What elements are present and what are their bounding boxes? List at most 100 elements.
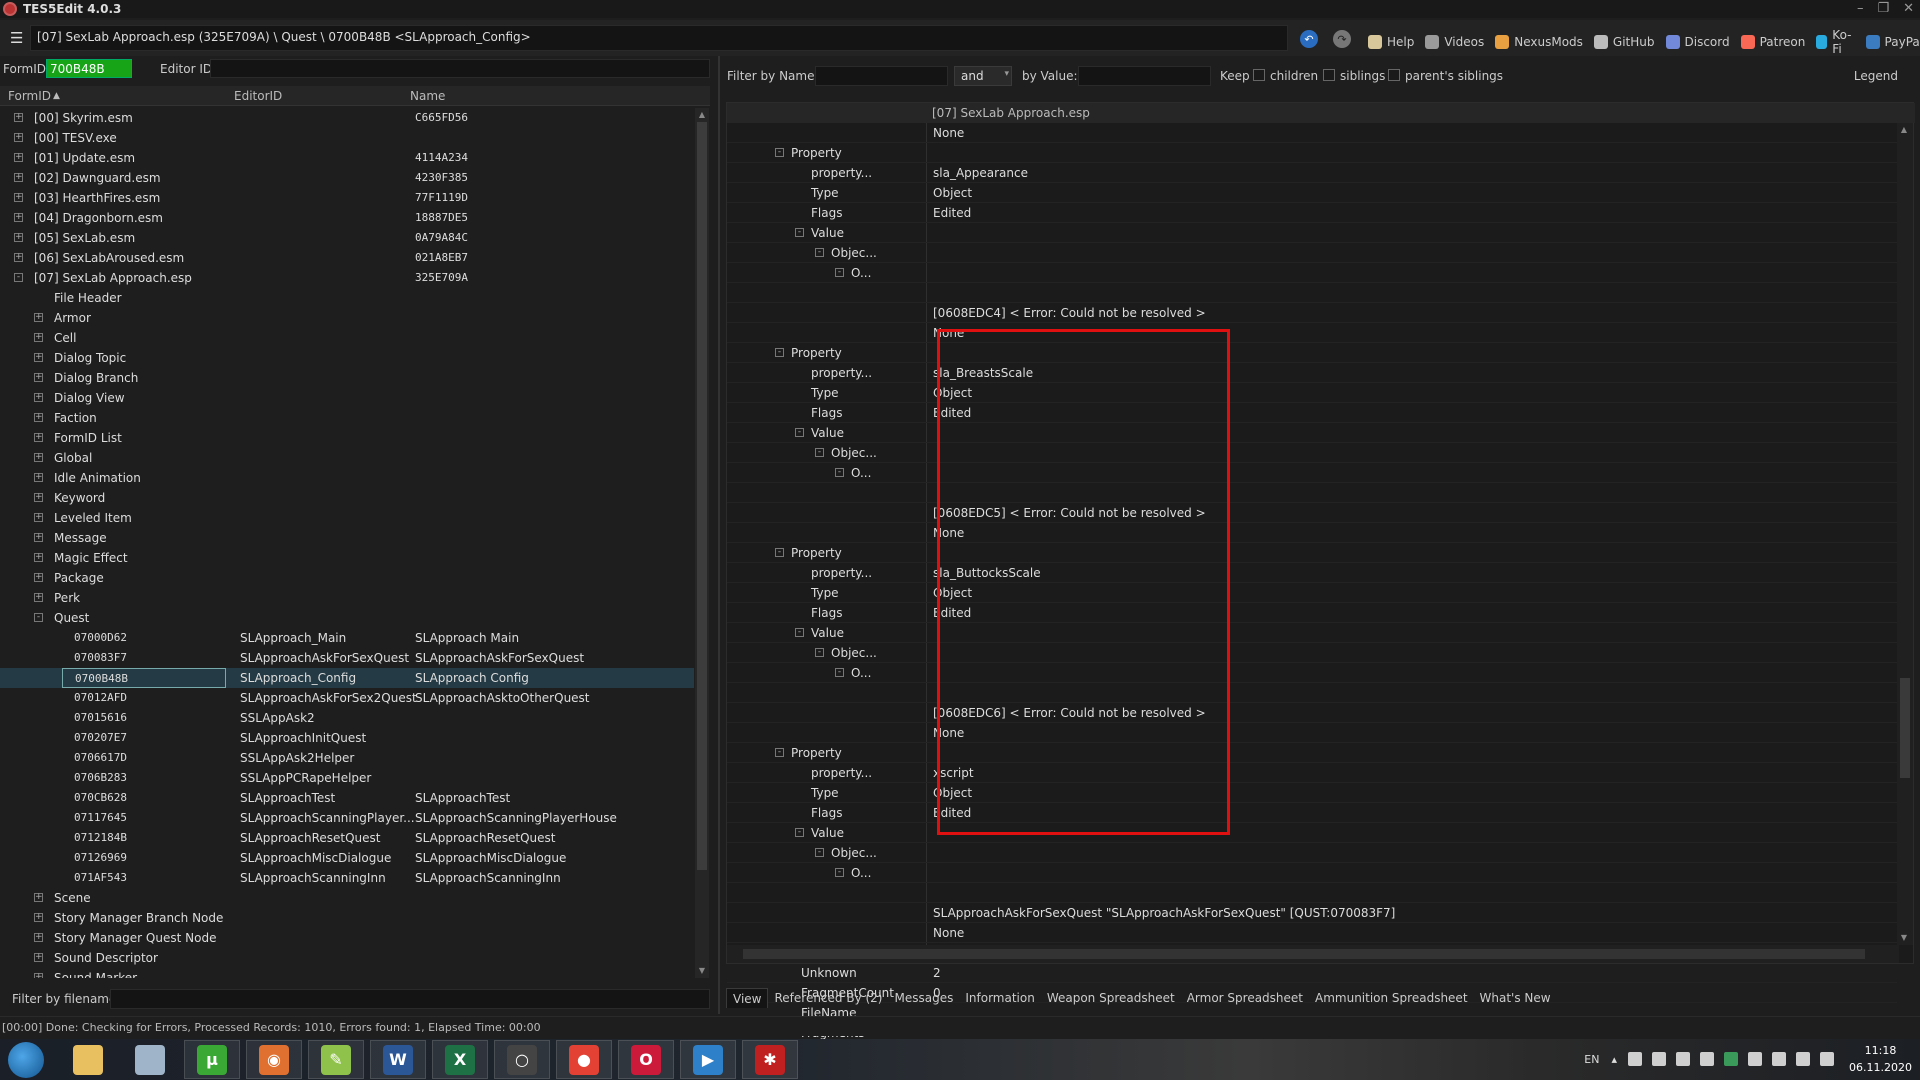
and-or-select[interactable]: and ▾ [954, 66, 1012, 86]
expand-icon[interactable]: + [14, 193, 23, 202]
link-nexus[interactable]: NexusMods [1495, 35, 1583, 49]
expand-icon[interactable]: + [34, 413, 43, 422]
expand-icon[interactable]: + [34, 393, 43, 402]
notepadpp-app[interactable]: ✎ [308, 1040, 364, 1079]
expand-icon[interactable]: + [34, 313, 43, 322]
tree-node[interactable]: + [06] SexLabAroused.esm 021A8EB7 [0, 248, 694, 268]
tree-node[interactable]: - [07] SexLab Approach.esp 325E709A [0, 268, 694, 288]
expand-icon[interactable]: + [34, 933, 43, 942]
expand-icon[interactable]: + [34, 433, 43, 442]
tree-node[interactable]: + Cell [0, 328, 694, 348]
tree-node[interactable]: + FormID List [0, 428, 694, 448]
record-row[interactable]: 07012AFD SLApproachAskForSex2Quest SLAppro… [0, 688, 694, 708]
tab-information[interactable]: Information [959, 988, 1040, 1008]
field-row[interactable]: [0608EDC6] < Error: Could not be resolve… [727, 703, 1897, 723]
record-row[interactable]: 0712184B SLApproachResetQuest SLApproachRe… [0, 828, 694, 848]
field-row[interactable] [727, 283, 1897, 303]
language-indicator[interactable]: EN [1584, 1053, 1599, 1066]
expand-icon[interactable]: + [14, 113, 23, 122]
field-row[interactable]: Type Object [727, 783, 1897, 803]
field-row[interactable]: - O... [727, 863, 1897, 883]
tree-node[interactable]: + Message [0, 528, 694, 548]
field-row[interactable]: - Objec... [727, 443, 1897, 463]
calculator-app[interactable] [122, 1040, 178, 1079]
expand-icon[interactable]: + [14, 213, 23, 222]
tree-node[interactable]: + Keyword [0, 488, 694, 508]
utorrent-app[interactable]: µ [184, 1040, 240, 1079]
collapse-icon[interactable]: - [815, 648, 824, 657]
tree-node[interactable]: + [00] Skyrim.esm C665FD56 [0, 108, 694, 128]
tree-node[interactable]: + [00] TESV.exe [0, 128, 694, 148]
scroll-down-icon[interactable]: ▼ [695, 964, 709, 978]
expand-icon[interactable]: + [34, 493, 43, 502]
chrome-app[interactable]: ● [556, 1040, 612, 1079]
field-row[interactable]: - Property [727, 743, 1897, 763]
field-row[interactable]: Unknown 2 [727, 963, 1897, 983]
children-checkbox[interactable] [1253, 69, 1265, 81]
column-name[interactable]: Name [410, 89, 445, 103]
grid-scroll-thumb[interactable] [1900, 678, 1910, 778]
link-kofi[interactable]: Ko-Fi [1816, 28, 1854, 56]
tab-referenced-by-2[interactable]: Referenced By (2) [768, 988, 888, 1008]
field-row[interactable]: property... xscript [727, 763, 1897, 783]
field-row[interactable]: Flags Edited [727, 203, 1897, 223]
link-github[interactable]: GitHub [1593, 35, 1655, 49]
grid-scroll-down-icon[interactable]: ▼ [1897, 931, 1911, 945]
collapse-icon[interactable]: - [795, 428, 804, 437]
field-row[interactable]: None [727, 923, 1897, 943]
tree-node[interactable]: + Story Manager Quest Node [0, 928, 694, 948]
expand-icon[interactable]: + [34, 913, 43, 922]
expand-icon[interactable]: + [34, 333, 43, 342]
field-row[interactable] [727, 483, 1897, 503]
field-row[interactable]: - Property [727, 543, 1897, 563]
record-row[interactable]: 070207E7 SLApproachInitQuest [0, 728, 694, 748]
plugin-column-header[interactable]: [07] SexLab Approach.esp [932, 106, 1090, 120]
field-row[interactable]: - Value [727, 823, 1897, 843]
collapse-icon[interactable]: - [14, 273, 23, 282]
collapse-icon[interactable]: - [775, 748, 784, 757]
tree-node[interactable]: + Dialog View [0, 388, 694, 408]
grid-scroll-up-icon[interactable]: ▲ [1897, 123, 1911, 137]
close-icon[interactable]: ✕ [1903, 1, 1914, 16]
collapse-icon[interactable]: - [775, 148, 784, 157]
field-row[interactable]: Type Object [727, 383, 1897, 403]
collapse-icon[interactable]: - [34, 613, 43, 622]
filename-filter-input[interactable] [110, 989, 710, 1009]
column-formid[interactable]: FormID [8, 89, 51, 103]
field-row[interactable]: None [727, 723, 1897, 743]
tree-scrollbar[interactable]: ▲ ▼ [695, 108, 709, 978]
tree-node[interactable]: + Global [0, 448, 694, 468]
collapse-icon[interactable]: - [775, 548, 784, 557]
media-app[interactable]: ◉ [246, 1040, 302, 1079]
tree-node[interactable]: + Leveled Item [0, 508, 694, 528]
record-row[interactable]: 0700B48B SLApproach_Config SLApproach Conf… [0, 668, 694, 688]
tab-view[interactable]: View [726, 988, 769, 1008]
forward-icon[interactable]: ↷ [1333, 30, 1351, 48]
grid-horizontal-scrollbar[interactable] [727, 945, 1899, 963]
tree-node[interactable]: + [02] Dawnguard.esm 4230F385 [0, 168, 694, 188]
tree-node[interactable]: + Armor [0, 308, 694, 328]
collapse-icon[interactable]: - [835, 468, 844, 477]
field-row[interactable]: Flags Edited [727, 603, 1897, 623]
expand-icon[interactable]: + [14, 253, 23, 262]
tree-node[interactable]: + Dialog Branch [0, 368, 694, 388]
tree-node[interactable]: + Dialog Topic [0, 348, 694, 368]
field-row[interactable]: - Value [727, 423, 1897, 443]
parents-siblings-checkbox[interactable] [1388, 69, 1400, 81]
expand-icon[interactable]: + [34, 473, 43, 482]
tree-node[interactable]: + Sound Descriptor [0, 948, 694, 968]
tab-weapon-spreadsheet[interactable]: Weapon Spreadsheet [1041, 988, 1181, 1008]
field-row[interactable] [727, 883, 1897, 903]
tree-node[interactable]: + [04] Dragonborn.esm 18887DE5 [0, 208, 694, 228]
grid-hscroll-thumb[interactable] [743, 949, 1865, 959]
formid-input[interactable]: 700B48B [46, 59, 132, 78]
tree-node[interactable]: + Faction [0, 408, 694, 428]
collapse-icon[interactable]: - [795, 628, 804, 637]
expand-icon[interactable]: + [34, 553, 43, 562]
scroll-up-icon[interactable]: ▲ [695, 108, 709, 122]
tree-node[interactable]: + Perk [0, 588, 694, 608]
collapse-icon[interactable]: - [815, 848, 824, 857]
tree-node[interactable]: + Sound Marker [0, 968, 694, 978]
field-row[interactable]: property... sla_BreastsScale [727, 363, 1897, 383]
tab-armor-spreadsheet[interactable]: Armor Spreadsheet [1181, 988, 1309, 1008]
